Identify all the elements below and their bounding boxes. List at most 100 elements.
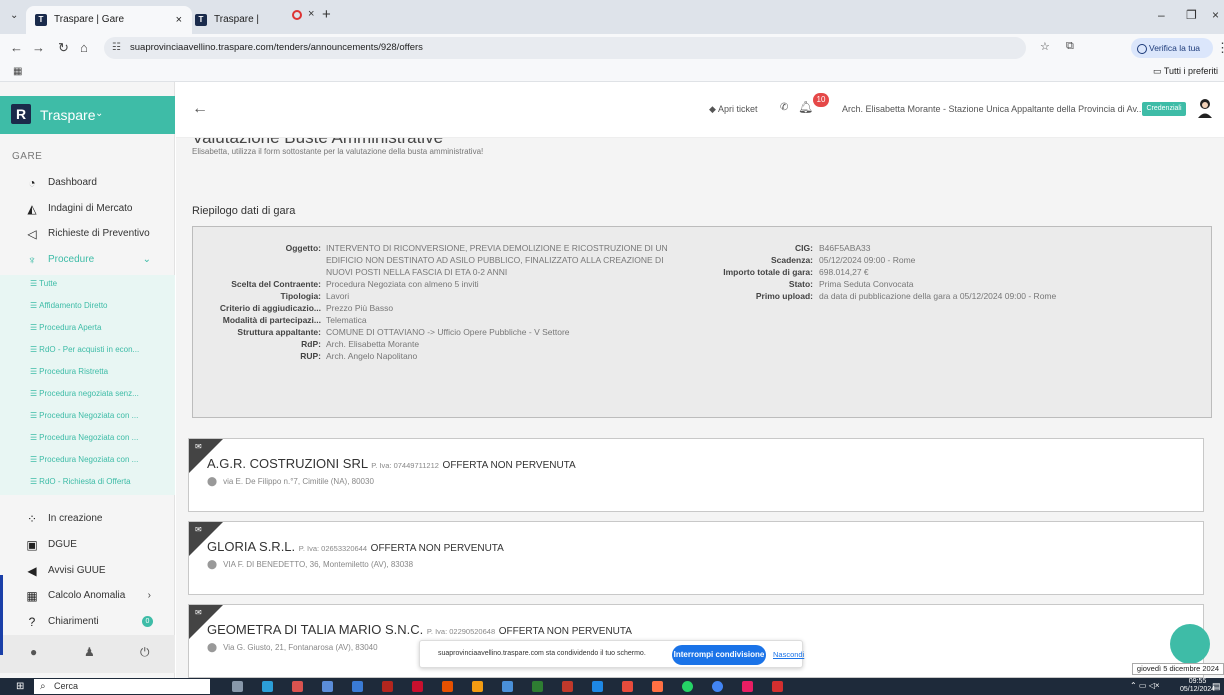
sidebar-item-avvisi-guue[interactable]: ◀ Avvisi GUUE [0, 560, 175, 582]
system-tray-icons[interactable]: ⌃ ▭ ◁× [1130, 681, 1160, 690]
phone-icon[interactable]: ✆ [780, 102, 788, 113]
chevron-down-icon: ⌄ [95, 108, 104, 119]
trophy-icon: ♆ [27, 253, 37, 267]
sidebar-item-dgue[interactable]: ▣ DGUE [0, 534, 175, 556]
close-tab-icon[interactable]: × [308, 8, 314, 20]
sidebar-item-richieste[interactable]: ◁ Richieste di Preventivo [0, 223, 175, 245]
sidebar-item-in-creazione[interactable]: ⁘ In creazione [0, 508, 175, 530]
notifications-icon[interactable]: ▤ [1212, 681, 1221, 692]
envelope-icon: ✉ [195, 442, 202, 451]
offer-card[interactable]: ✉ GLORIA S.R.L. P. Iva: 02653320644 OFFE… [188, 521, 1204, 595]
spinner-icon: ⁘ [26, 512, 38, 526]
bookmark-star-icon[interactable]: ☆ [1040, 40, 1050, 53]
credentials-button[interactable]: Credenziali [1142, 102, 1186, 116]
app-icon[interactable] [742, 681, 753, 692]
edge-icon[interactable] [262, 681, 273, 692]
sidebar-item-chiarimenti[interactable]: ? Chiarimenti 0 [0, 611, 175, 633]
app-icon[interactable] [352, 681, 363, 692]
app-icon[interactable] [502, 681, 513, 692]
traspare-favicon-icon: T [35, 14, 47, 26]
app-icon[interactable] [442, 681, 453, 692]
task-view-icon[interactable] [232, 681, 243, 692]
user-info[interactable]: Arch. Elisabetta Morante - Stazione Unic… [842, 104, 1144, 114]
globe-icon[interactable]: ● [30, 645, 37, 659]
sidebar-footer: ● ♟ ⏻ [0, 635, 175, 673]
app-icon[interactable] [322, 681, 333, 692]
app-icon[interactable] [382, 681, 393, 692]
acrobat-icon[interactable] [412, 681, 423, 692]
close-window-icon[interactable]: × [1212, 8, 1219, 22]
back-icon[interactable]: ← [10, 40, 23, 55]
browser-menu-icon[interactable]: ⋮ [1216, 40, 1224, 56]
reload-icon[interactable]: ↻ [58, 40, 69, 56]
app-icon[interactable] [772, 681, 783, 692]
sidebar-item-dashboard[interactable]: ◔ Dashboard [0, 172, 175, 194]
paper-plane-icon: ◁ [27, 227, 37, 241]
powerpoint-icon[interactable] [562, 681, 573, 692]
extensions-icon[interactable]: ⧉ [1066, 40, 1074, 53]
section-label: GARE [12, 151, 43, 162]
share-notice: suaprovinciaavellino.traspare.com sta co… [438, 650, 646, 657]
bookmarks-bar: ▦ ▭ Tutti i preferiti [0, 62, 1224, 82]
gauge-icon: ◔ [28, 176, 36, 190]
chevron-down-icon: ⌄ [142, 254, 151, 265]
maximize-icon[interactable]: ❐ [1186, 8, 1197, 22]
new-tab-button[interactable]: + [322, 6, 331, 23]
app-icon[interactable] [532, 681, 543, 692]
chart-area-icon: ◭ [27, 202, 37, 216]
all-favorites-folder[interactable]: ▭ Tutti i preferiti [1153, 66, 1218, 77]
app-header: ← ◆ Apri ticket ✆ 🔔︎ 10 Arch. Elisabetta… [176, 82, 1224, 138]
app-icon[interactable] [622, 681, 633, 692]
stop-sharing-button[interactable]: Interrompi condivisione [672, 645, 766, 665]
sidebar-item-indagini[interactable]: ◭ Indagini di Mercato [0, 198, 175, 220]
back-arrow-icon[interactable]: ← [192, 100, 208, 118]
submenu-item[interactable]: ☰ RdO - Per acquisti in econ... [30, 341, 139, 359]
offer-address: ⬤ via E. De Filippo n.°7, Cimitile (NA), … [207, 476, 374, 486]
taskbar-search[interactable]: Cerca [34, 679, 210, 694]
hide-link[interactable]: Nascondi [773, 650, 804, 659]
avatar[interactable] [1196, 97, 1214, 119]
brand-menu[interactable]: R Traspare ⌄ [0, 96, 175, 134]
tab-search-chevron-icon[interactable]: ⌄ [10, 10, 18, 21]
submenu-item[interactable]: ☰ Procedura Negoziata con ... [30, 407, 138, 425]
submenu-item[interactable]: ☰ Procedura negoziata senz... [30, 385, 139, 403]
submenu-item[interactable]: ☰ RdO - Richiesta di Offerta [30, 473, 131, 491]
apps-grid-icon[interactable]: ▦ [13, 66, 22, 77]
submenu-item[interactable]: ☰ Affidamento Diretto [30, 297, 108, 315]
forward-icon[interactable]: → [32, 40, 45, 55]
power-icon[interactable]: ⏻ [140, 645, 150, 660]
submenu-item[interactable]: ☰ Procedura Negoziata con ... [30, 429, 138, 447]
app-icon[interactable] [292, 681, 303, 692]
submenu-item[interactable]: ☰ Procedura Aperta [30, 319, 101, 337]
screen-share-bar: suaprovinciaavellino.traspare.com sta co… [419, 640, 804, 668]
site-info-icon[interactable]: ☷ [112, 37, 121, 59]
app-icon[interactable] [472, 681, 483, 692]
url-field[interactable]: ☷ suaprovinciaavellino.traspare.com/tend… [104, 37, 1026, 59]
close-tab-icon[interactable]: × [176, 6, 182, 34]
whatsapp-icon[interactable] [682, 681, 693, 692]
offer-card[interactable]: ✉ A.G.R. COSTRUZIONI SRL P. Iva: 0744971… [188, 438, 1204, 512]
chrome-icon[interactable] [712, 681, 723, 692]
browser-tab[interactable]: T Traspare | Gare [186, 6, 290, 53]
recording-indicator-icon [292, 10, 302, 20]
traspare-favicon-icon: T [195, 14, 207, 26]
open-ticket-link[interactable]: ◆ Apri ticket [709, 104, 757, 115]
taskbar-clock[interactable]: 09:55 05/12/2024 [1180, 678, 1215, 694]
app-icon[interactable] [592, 681, 603, 692]
sidebar-item-calcolo-anomalia[interactable]: ▦ Calcolo Anomalia › [0, 585, 175, 607]
windows-start-icon[interactable]: ⊞ [16, 681, 24, 692]
submenu-item[interactable]: ☰ Tutte [30, 275, 57, 293]
minimize-icon[interactable]: – [1158, 8, 1165, 22]
bell-icon[interactable]: 🔔︎ [798, 100, 813, 114]
assistant-avatar[interactable] [1170, 624, 1210, 664]
submenu-item[interactable]: ☰ Procedura Ristretta [30, 363, 108, 381]
submenu-item[interactable]: ☰ Procedura Negoziata con ... [30, 451, 138, 469]
sidebar: R Traspare ⌄ GARE ◔ Dashboard ◭ Indagini… [0, 82, 175, 678]
verify-identity-button[interactable]: Verifica la tua identità [1131, 38, 1213, 73]
home-icon[interactable]: ⌂ [80, 40, 88, 55]
megaphone-icon: ◀ [27, 564, 37, 578]
firefox-icon[interactable] [652, 681, 663, 692]
browser-tab-active[interactable]: T Traspare | Gare × [26, 6, 192, 34]
user-icon[interactable]: ♟ [84, 645, 95, 659]
sidebar-item-procedure[interactable]: ♆ Procedure ⌄ [0, 249, 175, 271]
